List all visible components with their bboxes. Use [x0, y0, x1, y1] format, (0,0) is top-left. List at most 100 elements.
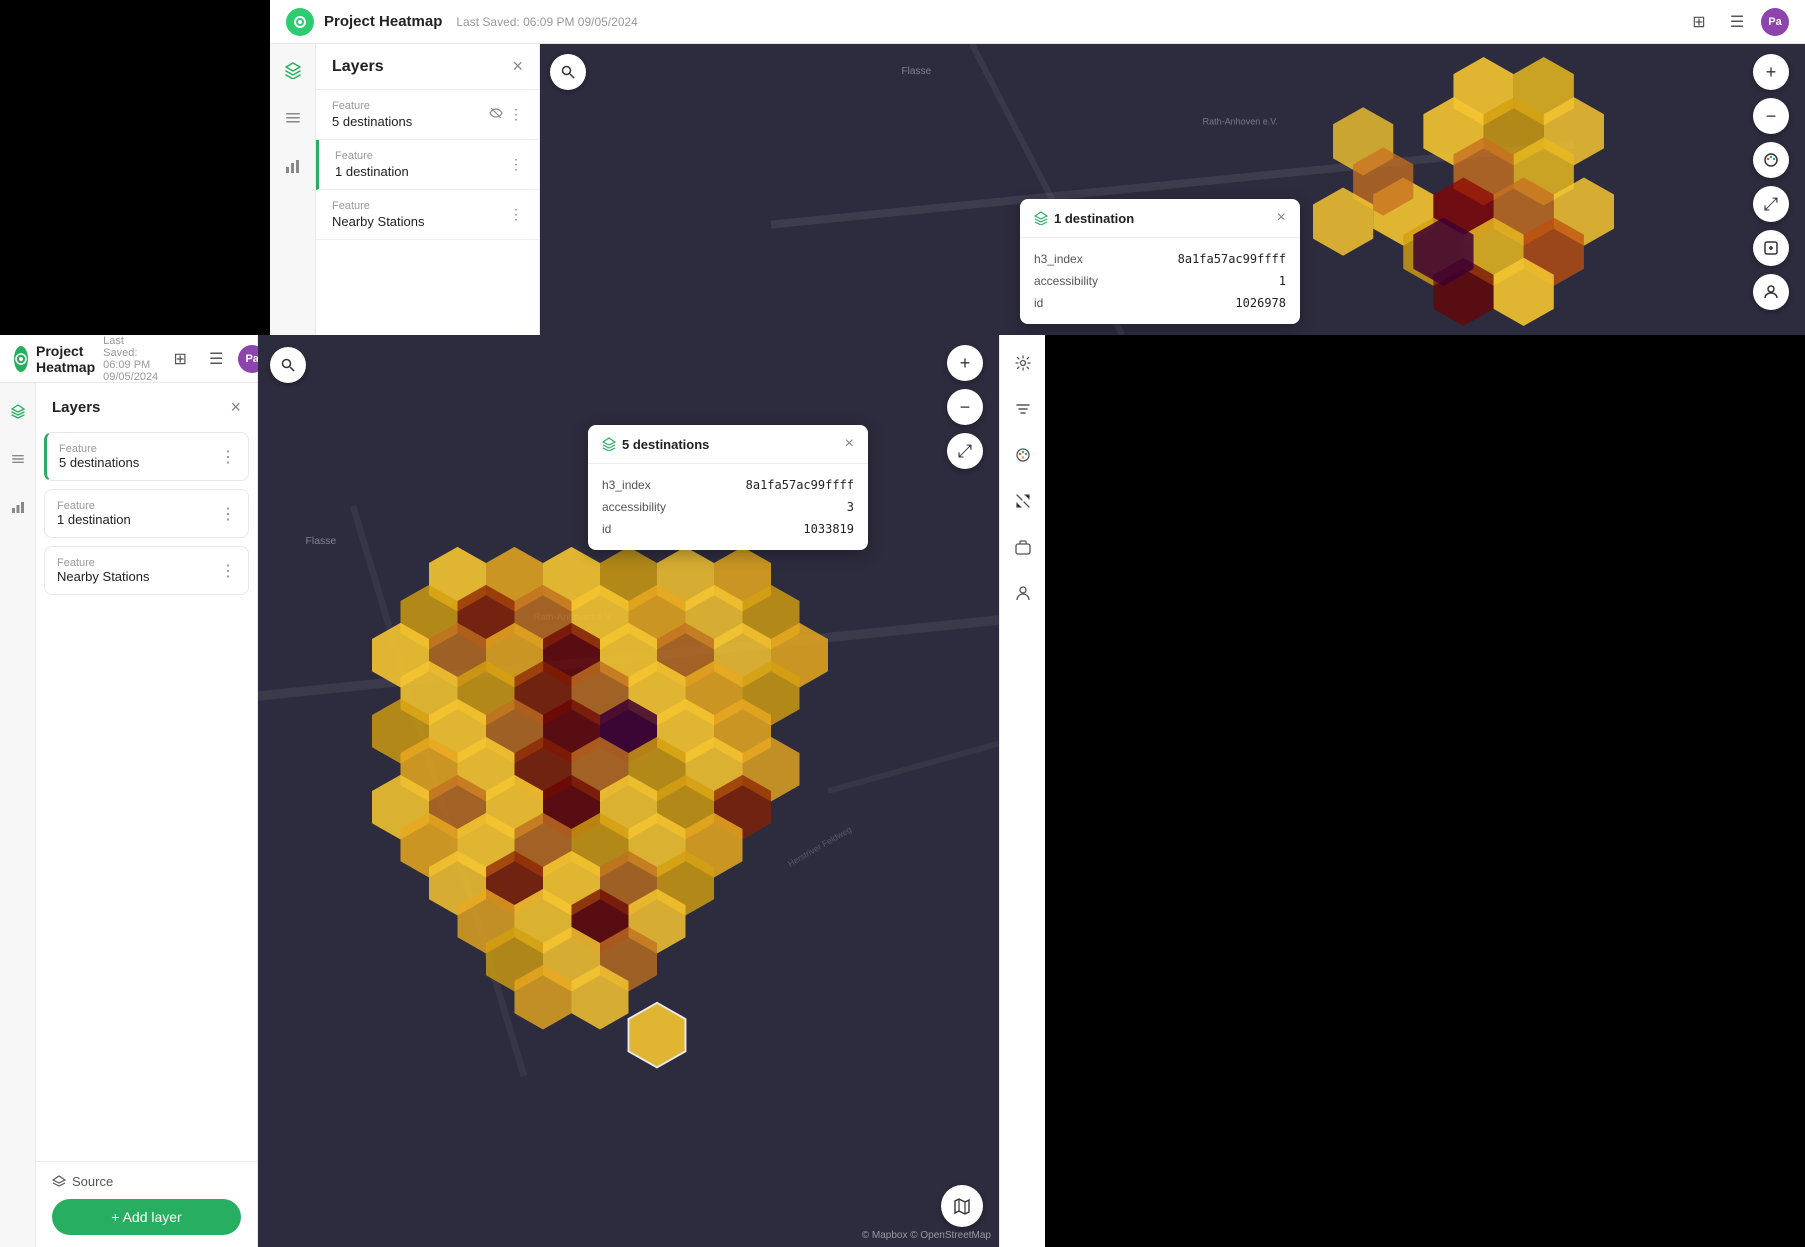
bottom-layers-content: Layers × Feature 5 destinations ⋮ Featur…	[36, 383, 257, 1247]
top-right-toolbar: + − ⤢	[1753, 54, 1789, 310]
top-zoom-in-btn[interactable]: +	[1753, 54, 1789, 90]
bottom-sidebar-icons	[0, 383, 36, 1247]
bottom-zoom-in-btn[interactable]: +	[947, 345, 983, 381]
top-layer-item-2[interactable]: Feature Nearby Stations ⋮	[316, 190, 539, 240]
svg-text:Herstriver Feldweg: Herstriver Feldweg	[786, 824, 853, 869]
bottom-right-expand[interactable]	[1007, 485, 1039, 517]
bottom-right-palette[interactable]	[1007, 439, 1039, 471]
bottom-layers-title: Layers	[52, 399, 100, 416]
bottom-layer-1-more[interactable]: ⋮	[220, 504, 236, 524]
top-list-nav[interactable]	[277, 102, 309, 134]
top-zoom-out-btn[interactable]: −	[1753, 98, 1789, 134]
bottom-popup-close[interactable]: ×	[845, 435, 854, 453]
bottom-right-toolbar: + − ⤢	[947, 345, 983, 469]
bottom-sidebar: Project Heatmap Last Saved: 06:09 PM 09/…	[0, 335, 258, 1247]
bottom-layer-0-more[interactable]: ⋮	[220, 447, 236, 467]
bottom-search-btn[interactable]	[270, 347, 306, 383]
top-layer-2-more[interactable]: ⋮	[509, 206, 523, 223]
bottom-source-label: Source	[52, 1174, 241, 1189]
bottom-header-saved: Last Saved: 06:09 PM 09/05/2024	[103, 335, 158, 383]
top-layer-0-label: Feature	[332, 100, 489, 112]
bottom-layer-2-label: Feature	[57, 557, 150, 569]
top-sidebar: Layers × Feature 5 destinations	[270, 44, 540, 335]
bottom-right-briefcase[interactable]	[1007, 531, 1039, 563]
top-avatar: Pa	[1761, 8, 1789, 36]
top-grid-btn[interactable]: ⊞	[1685, 8, 1713, 36]
bottom-layer-1-label: Feature	[57, 500, 131, 512]
bottom-add-layer-btn[interactable]: + Add layer	[52, 1199, 241, 1235]
bottom-copyright: © Mapbox © OpenStreetMap	[862, 1230, 991, 1241]
top-layers-nav[interactable]	[277, 54, 309, 86]
top-layer-0-eye[interactable]	[489, 106, 503, 123]
top-layer-item-1[interactable]: Feature 1 destination ⋮	[316, 140, 539, 190]
top-layers-header: Layers ×	[316, 44, 539, 90]
bottom-sidebar-footer: Source + Add layer	[36, 1161, 257, 1247]
bottom-expand-btn[interactable]: ⤢	[947, 433, 983, 469]
bottom-list-nav[interactable]	[2, 443, 34, 475]
top-header-title: Project Heatmap	[324, 13, 442, 30]
top-popup-close[interactable]: ×	[1277, 209, 1286, 227]
bottom-popup-row-1: accessibility 3	[602, 496, 854, 518]
bottom-layer-item-2[interactable]: Feature Nearby Stations ⋮	[44, 546, 249, 595]
top-layer-1-label: Feature	[335, 150, 509, 162]
bottom-grid-btn[interactable]: ⊞	[166, 345, 194, 373]
top-popup-title: 1 destination	[1054, 211, 1134, 226]
black-left-area	[0, 0, 270, 335]
bottom-popup-row-2: id 1033819	[602, 518, 854, 540]
top-popup-row-0: h3_index 8a1fa57ac99ffff	[1034, 248, 1286, 270]
top-layer-1-name: 1 destination	[335, 164, 509, 179]
bottom-map-toggle-btn[interactable]	[941, 1185, 983, 1227]
bottom-layers-close[interactable]: ×	[230, 397, 241, 418]
bottom-logo	[14, 346, 28, 372]
bottom-layer-0-name: 5 destinations	[59, 455, 139, 470]
bottom-right-person[interactable]	[1007, 577, 1039, 609]
top-sidebar-icons	[270, 44, 316, 335]
bottom-header: Project Heatmap Last Saved: 06:09 PM 09/…	[0, 335, 257, 383]
bottom-popup: 5 destinations × h3_index 8a1fa57ac99fff…	[588, 425, 868, 550]
top-logo	[286, 8, 314, 36]
top-layers-close[interactable]: ×	[512, 56, 523, 77]
top-layer-2-name: Nearby Stations	[332, 214, 509, 229]
top-header-saved: Last Saved: 06:09 PM 09/05/2024	[456, 15, 637, 29]
svg-text:Flasse: Flasse	[902, 66, 932, 77]
bottom-header-title: Project Heatmap	[36, 343, 95, 375]
black-right-area	[1045, 335, 1805, 1247]
bottom-right-settings[interactable]	[1007, 347, 1039, 379]
top-popup: 1 destination × h3_index 8a1fa57ac99ffff…	[1020, 199, 1300, 324]
top-list-btn[interactable]: ☰	[1723, 8, 1751, 36]
top-expand-btn[interactable]: ⤢	[1753, 186, 1789, 222]
top-map[interactable]: Flasse Rath-Anhoven e.V.	[540, 44, 1805, 335]
bottom-right-filter[interactable]	[1007, 393, 1039, 425]
top-layer-2-label: Feature	[332, 200, 509, 212]
top-layer-0-name: 5 destinations	[332, 114, 489, 129]
top-layers-title: Layers	[332, 58, 384, 76]
top-settings-btn[interactable]	[1753, 230, 1789, 266]
top-layer-0-more[interactable]: ⋮	[509, 106, 523, 123]
bottom-layer-item-1[interactable]: Feature 1 destination ⋮	[44, 489, 249, 538]
top-chart-nav[interactable]	[277, 150, 309, 182]
top-person-btn[interactable]	[1753, 274, 1789, 310]
bottom-zoom-out-btn[interactable]: −	[947, 389, 983, 425]
svg-text:Rath-Anhoven e.V.: Rath-Anhoven e.V.	[1203, 116, 1278, 126]
bottom-layer-2-more[interactable]: ⋮	[220, 561, 236, 581]
bottom-map[interactable]: Flasse Rath-Anhoven e.V. Herstriver Feld…	[258, 335, 999, 1247]
top-layer-1-more[interactable]: ⋮	[509, 156, 523, 173]
bottom-popup-title: 5 destinations	[622, 437, 709, 452]
bottom-layer-item-0[interactable]: Feature 5 destinations ⋮	[44, 432, 249, 481]
top-header: Project Heatmap Last Saved: 06:09 PM 09/…	[270, 0, 1805, 44]
bottom-layers-nav[interactable]	[2, 395, 34, 427]
top-popup-row-1: accessibility 1	[1034, 270, 1286, 292]
svg-text:Flasse: Flasse	[306, 536, 337, 547]
bottom-layer-1-name: 1 destination	[57, 512, 131, 527]
top-search-btn[interactable]	[550, 54, 586, 90]
top-popup-row-2: id 1026978	[1034, 292, 1286, 314]
top-layers-panel: Layers × Feature 5 destinations	[316, 44, 539, 335]
top-layer-item-0[interactable]: Feature 5 destinations ⋮	[316, 90, 539, 140]
bottom-map-wrapper: Flasse Rath-Anhoven e.V. Herstriver Feld…	[258, 335, 999, 1247]
top-palette-btn[interactable]	[1753, 142, 1789, 178]
bottom-layers-header: Layers ×	[36, 383, 257, 428]
bottom-list-btn[interactable]: ☰	[202, 345, 230, 373]
bottom-layer-0-label: Feature	[59, 443, 139, 455]
bottom-chart-nav[interactable]	[2, 491, 34, 523]
bottom-layer-2-name: Nearby Stations	[57, 569, 150, 584]
